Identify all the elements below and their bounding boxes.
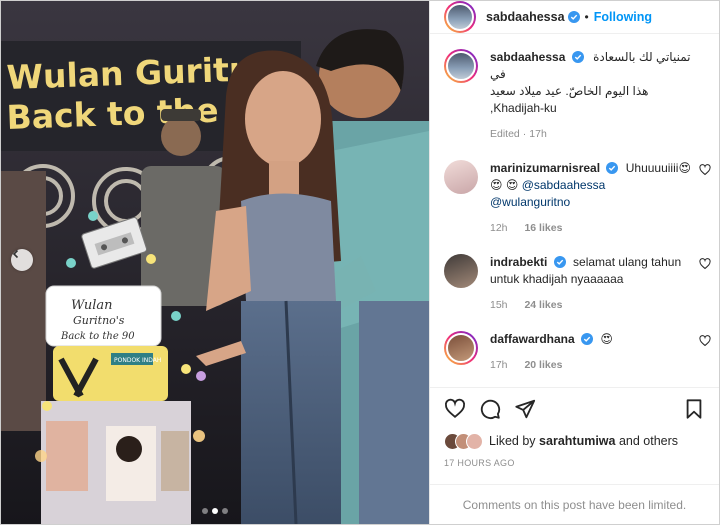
cake-text-3: Back to the 90 <box>60 331 135 342</box>
caption-age[interactable]: 17h <box>529 128 547 140</box>
caption-text-line-2: هذا اليوم الخاصّ. عيد ميلاد سعيد <box>490 84 649 98</box>
heart-icon[interactable] <box>699 258 711 270</box>
commenter-avatar[interactable] <box>444 254 478 288</box>
liked-by: Liked by sarahtumiwa and others <box>444 430 705 452</box>
commenter-avatar[interactable] <box>444 160 478 194</box>
action-bar <box>444 388 705 430</box>
carousel-dot <box>222 508 228 514</box>
carousel-dot <box>202 508 208 514</box>
post-actions-area: Liked by sarahtumiwa and others 17 HOURS… <box>430 387 719 468</box>
header-separator: • <box>584 10 589 24</box>
comments-limited-notice: Comments on this post have been limited. <box>430 484 719 524</box>
comment: indrabekti selamat ulang tahun untuk kha… <box>444 237 711 314</box>
comment-age[interactable]: 12h <box>490 222 508 234</box>
chevron-left-icon <box>12 249 19 259</box>
comment: daffawardhana 😍 17h 20 likes <box>444 314 711 374</box>
heart-icon[interactable] <box>699 335 711 347</box>
comment-age[interactable]: 17h <box>490 359 508 371</box>
liker-avatar <box>466 432 483 450</box>
verified-badge-icon <box>606 162 619 174</box>
cake-text-1: Wulan <box>71 298 113 313</box>
cake-text-2: Guritno's <box>73 314 125 327</box>
comments-list[interactable]: sabdaahessa تمنياتي لك بالسعادة في هذا ا… <box>430 35 719 387</box>
heart-icon[interactable] <box>444 398 466 420</box>
author-username[interactable]: sabdaahessa <box>486 10 565 24</box>
caption-meta: Edited · 17h <box>490 128 547 140</box>
following-button[interactable]: Following <box>594 10 652 24</box>
paper-plane-icon[interactable] <box>514 398 536 420</box>
heart-icon[interactable] <box>699 164 711 176</box>
carousel-indicator <box>1 508 429 514</box>
caption-edited: Edited <box>490 128 520 140</box>
verified-badge-icon <box>567 11 580 23</box>
comment-meta: 15h 24 likes <box>490 297 691 314</box>
carousel-prev-button[interactable] <box>11 249 33 271</box>
verified-badge-icon <box>581 333 594 345</box>
comment-mention[interactable]: @wulanguritno <box>490 195 570 209</box>
commenter-avatar[interactable] <box>444 331 478 365</box>
cake-label: PONDOK INDAH <box>114 357 161 364</box>
post-header: sabdaahessa • Following <box>430 1 719 34</box>
carousel-dot-active <box>212 508 218 514</box>
comment-emoji: 😍 😍 <box>490 178 519 192</box>
comment-text: 😍 <box>600 332 613 346</box>
photo-illustration: Wulan Guritno's Back to the 90 Wulan Gur… <box>1 1 429 524</box>
caption-avatar[interactable] <box>444 49 478 83</box>
verified-badge-icon <box>553 256 566 268</box>
comment-mention[interactable]: @sabdaahessa <box>522 178 606 192</box>
comment: marinizumarnisreal Uhuuuuiiii😍 😍 😍 @sabd… <box>444 143 711 237</box>
comment-meta: 17h 20 likes <box>490 357 691 374</box>
caption-text-line-3: Khadijah-ku, <box>490 101 557 115</box>
liked-by-suffix[interactable]: and others <box>619 434 678 448</box>
comment-emoji: 😍 <box>678 161 691 175</box>
comment-icon[interactable] <box>479 398 501 420</box>
comment-text: Uhuuuuiiii <box>625 161 679 175</box>
comment-likes[interactable]: 16 likes <box>524 222 562 234</box>
comment-age[interactable]: 15h <box>490 299 508 311</box>
comment-likes[interactable]: 20 likes <box>524 359 562 371</box>
bookmark-icon[interactable] <box>683 398 705 420</box>
comment-likes[interactable]: 24 likes <box>524 299 562 311</box>
post-photo[interactable]: Wulan Guritno's Back to the 90 Wulan Gur… <box>1 1 429 524</box>
comment-username[interactable]: daffawardhana <box>490 332 575 346</box>
caption: sabdaahessa تمنياتي لك بالسعادة في هذا ا… <box>444 35 705 143</box>
author-avatar[interactable] <box>444 1 476 33</box>
comment-username[interactable]: indrabekti <box>490 255 547 269</box>
post-details-panel: sabdaahessa • Following sabdaahessa تمني… <box>429 1 719 524</box>
verified-badge-icon <box>571 51 584 63</box>
liked-by-user[interactable]: sarahtumiwa <box>539 434 615 448</box>
comment-meta: 12h 16 likes <box>490 220 691 237</box>
post-timestamp[interactable]: 17 HOURS AGO <box>444 458 705 468</box>
liked-by-prefix: Liked by <box>489 434 536 448</box>
caption-username[interactable]: sabdaahessa <box>490 50 565 64</box>
comment-username[interactable]: marinizumarnisreal <box>490 161 600 175</box>
